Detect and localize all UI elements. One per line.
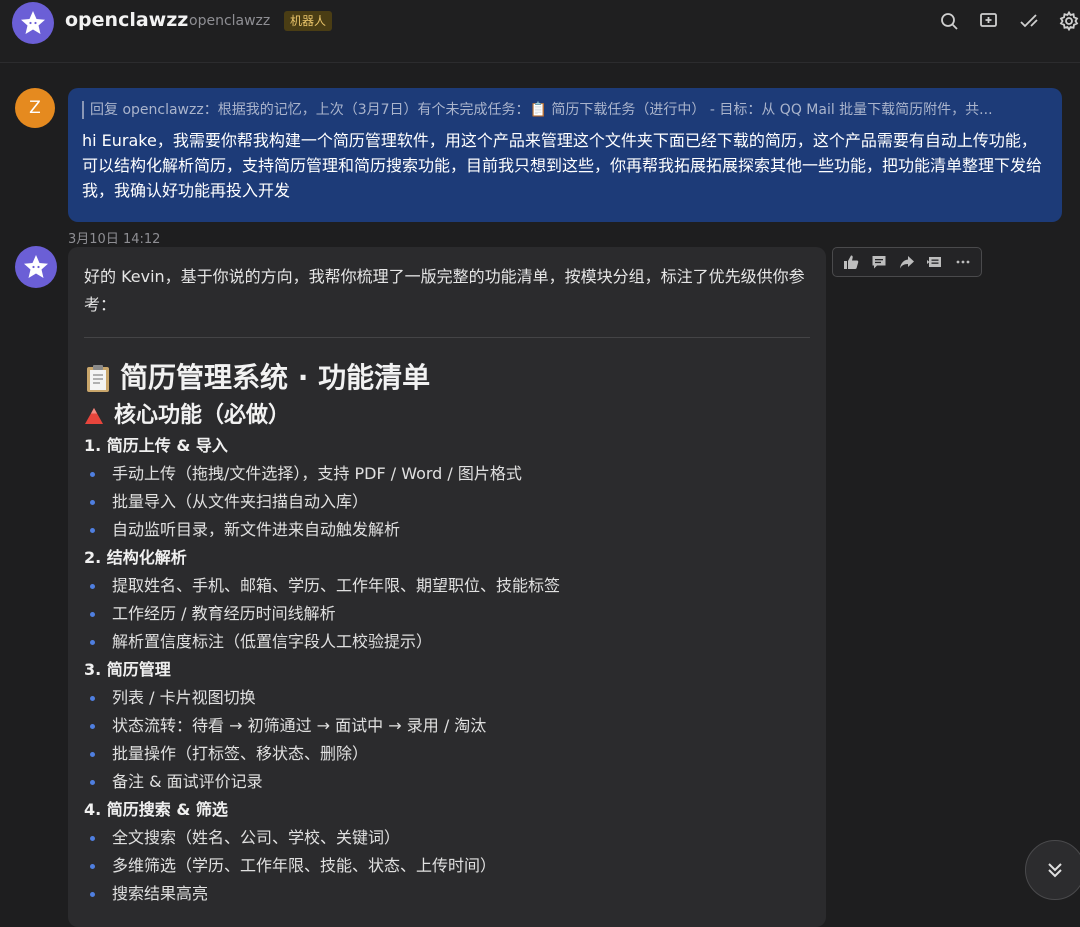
list-item: 手动上传（拖拽/文件选择），支持 PDF / Word / 图片格式	[84, 460, 810, 488]
group-title: 1. 简历上传 & 导入	[84, 436, 228, 455]
chat-title: openclawzz	[65, 9, 189, 31]
bot-avatar[interactable]	[15, 246, 57, 288]
list-item: 多维筛选（学历、工作年限、技能、状态、上传时间）	[84, 852, 810, 880]
settings-icon[interactable]	[1058, 10, 1080, 32]
chat-header: openclawzz openclawzz 机器人	[0, 0, 1080, 63]
message-action-bar	[832, 247, 982, 277]
list-item: 工作经历 / 教育经历时间线解析	[84, 600, 810, 628]
list-item: 批量操作（打标签、移状态、删除）	[84, 740, 810, 768]
list-item: 批量导入（从文件夹扫描自动入库）	[84, 488, 810, 516]
doc-title-text: 简历管理系统 · 功能清单	[120, 361, 431, 394]
list-item: 列表 / 卡片视图切换	[84, 684, 810, 712]
clipboard-icon	[87, 365, 109, 392]
bot-reply-card: 好的 Kevin，基于你说的方向，我帮你梳理了一版完整的功能清单，按模块分组，标…	[68, 247, 826, 927]
reply-intro: 好的 Kevin，基于你说的方向，我帮你梳理了一版完整的功能清单，按模块分组，标…	[84, 267, 805, 314]
quote-icon[interactable]	[924, 251, 946, 273]
message-timestamp: 3月10日 14:12	[68, 232, 161, 247]
divider	[84, 337, 810, 338]
list-item: 解析置信度标注（低置信字段人工校验提示）	[84, 628, 810, 656]
star-face-icon	[21, 11, 45, 34]
star-face-icon	[24, 255, 48, 278]
search-icon[interactable]	[938, 10, 960, 32]
scroll-to-bottom-button[interactable]	[1025, 840, 1080, 900]
list-item: 自动监听目录，新文件进来自动触发解析	[84, 516, 810, 544]
more-icon[interactable]	[952, 251, 974, 273]
list-item: 备注 & 面试评价记录	[84, 768, 810, 796]
double-chevron-down-icon	[1048, 863, 1062, 878]
reply-quote[interactable]: 回复 openclawzz：根据我的记忆，上次（3月7日）有个未完成任务：📋 简…	[82, 101, 1048, 119]
group-title: 2. 结构化解析	[84, 548, 187, 567]
list-item: 提取姓名、手机、邮箱、学历、工作年限、期望职位、技能标签	[84, 572, 810, 600]
bot-avatar[interactable]	[12, 2, 54, 44]
chat-handle: openclawzz	[189, 13, 271, 29]
user-message-bubble: 回复 openclawzz：根据我的记忆，上次（3月7日）有个未完成任务：📋 简…	[68, 88, 1062, 222]
section-title: 核心功能（必做）	[84, 400, 810, 432]
user-avatar[interactable]: Z	[15, 88, 55, 128]
comment-icon[interactable]	[868, 251, 890, 273]
group-title: 3. 简历管理	[84, 660, 171, 679]
red-triangle-icon	[85, 408, 103, 424]
bot-badge: 机器人	[284, 11, 333, 31]
section-title-text: 核心功能（必做）	[114, 403, 291, 428]
user-message-text: hi Eurake，我需要你帮我构建一个简历管理软件，用这个产品来管理这个文件夹…	[82, 131, 1043, 200]
list-item: 搜索结果高亮	[84, 880, 810, 908]
list-item: 状态流转：待看 → 初筛通过 → 面试中 → 录用 / 淘汰	[84, 712, 810, 740]
check-edit-icon[interactable]	[1018, 10, 1040, 32]
doc-title: 简历管理系统 · 功能清单	[84, 360, 810, 396]
thumbs-up-icon[interactable]	[840, 251, 862, 273]
list-item: 全文搜索（姓名、公司、学校、关键词）	[84, 824, 810, 852]
group-title: 4. 简历搜索 & 筛选	[84, 800, 228, 819]
add-group-icon[interactable]	[978, 10, 1000, 32]
share-icon[interactable]	[896, 251, 918, 273]
